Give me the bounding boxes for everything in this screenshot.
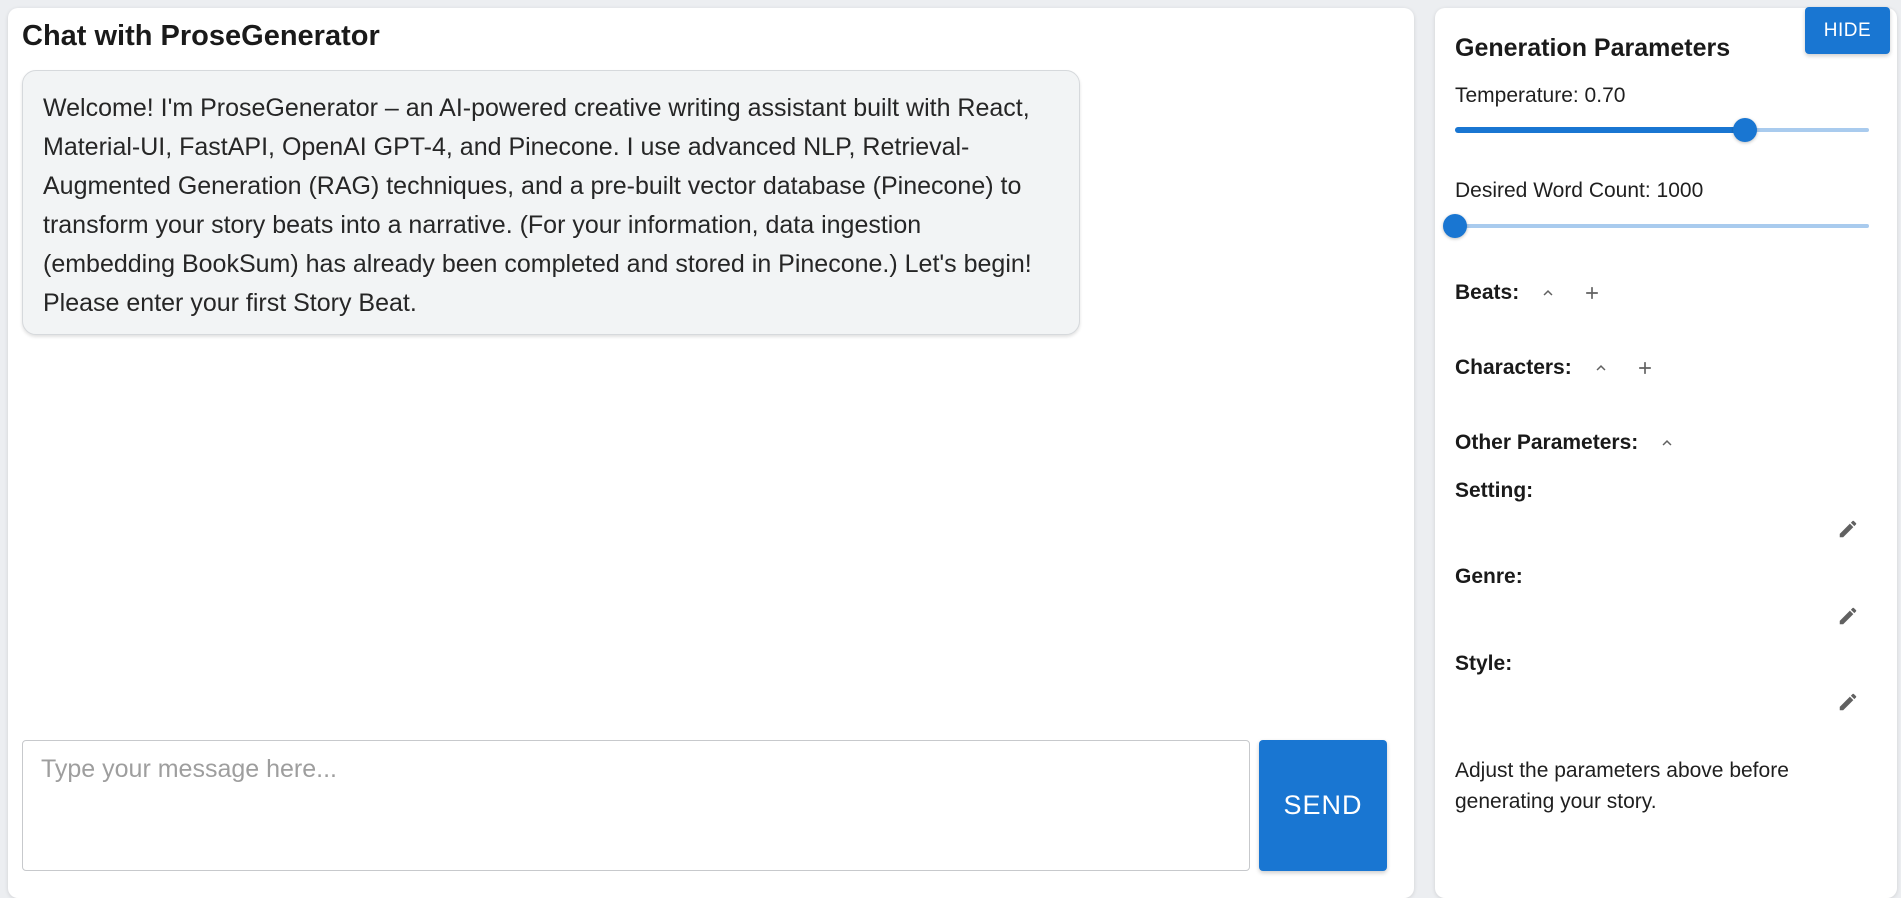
chevron-up-icon — [1543, 290, 1553, 296]
characters-label: Characters: — [1455, 356, 1572, 379]
genre-label: Genre: — [1455, 565, 1523, 588]
pencil-icon — [1839, 693, 1857, 711]
word-count-label: Desired Word Count: 1000 — [1455, 179, 1704, 202]
parameters-hint: Adjust the parameters above before gener… — [1455, 759, 1789, 813]
hide-button[interactable]: HIDE — [1805, 7, 1890, 54]
other-parameters-section: Other Parameters: — [1455, 428, 1682, 458]
beats-collapse-button[interactable] — [1533, 278, 1563, 308]
chevron-up-icon — [1662, 440, 1672, 446]
send-button[interactable]: SEND — [1259, 740, 1387, 871]
temperature-slider[interactable] — [1455, 118, 1869, 142]
edit-setting-button[interactable] — [1833, 514, 1863, 544]
style-label: Style: — [1455, 652, 1513, 675]
plus-icon — [1638, 362, 1651, 374]
characters-collapse-button[interactable] — [1586, 353, 1616, 383]
beats-section: Beats: — [1455, 278, 1607, 308]
word-count-slider[interactable] — [1443, 214, 1869, 238]
add-character-button[interactable] — [1630, 353, 1660, 383]
edit-style-button[interactable] — [1833, 687, 1863, 717]
setting-label: Setting: — [1455, 479, 1534, 502]
word-count-slider-rail — [1455, 224, 1869, 228]
panel-title: Generation Parameters — [1455, 34, 1731, 62]
pencil-icon — [1839, 607, 1857, 625]
message-input-box[interactable] — [22, 740, 1250, 871]
other-parameters-collapse-button[interactable] — [1652, 428, 1682, 458]
assistant-message: Welcome! I'm ProseGenerator – an AI-powe… — [22, 70, 1080, 335]
other-parameters-label: Other Parameters: — [1455, 431, 1639, 454]
word-count-slider-thumb[interactable] — [1443, 214, 1467, 238]
beats-label: Beats: — [1455, 281, 1520, 304]
message-input[interactable] — [23, 741, 1249, 870]
temperature-label: Temperature: 0.70 — [1455, 84, 1626, 107]
temperature-slider-thumb[interactable] — [1732, 118, 1757, 142]
chat-title: Chat with ProseGenerator — [22, 20, 380, 52]
characters-section: Characters: — [1455, 353, 1660, 383]
edit-genre-button[interactable] — [1833, 601, 1863, 631]
temperature-slider-track — [1455, 127, 1745, 133]
add-beat-button[interactable] — [1577, 278, 1607, 308]
plus-icon — [1586, 287, 1599, 299]
pencil-icon — [1839, 520, 1857, 538]
chevron-up-icon — [1596, 365, 1606, 371]
